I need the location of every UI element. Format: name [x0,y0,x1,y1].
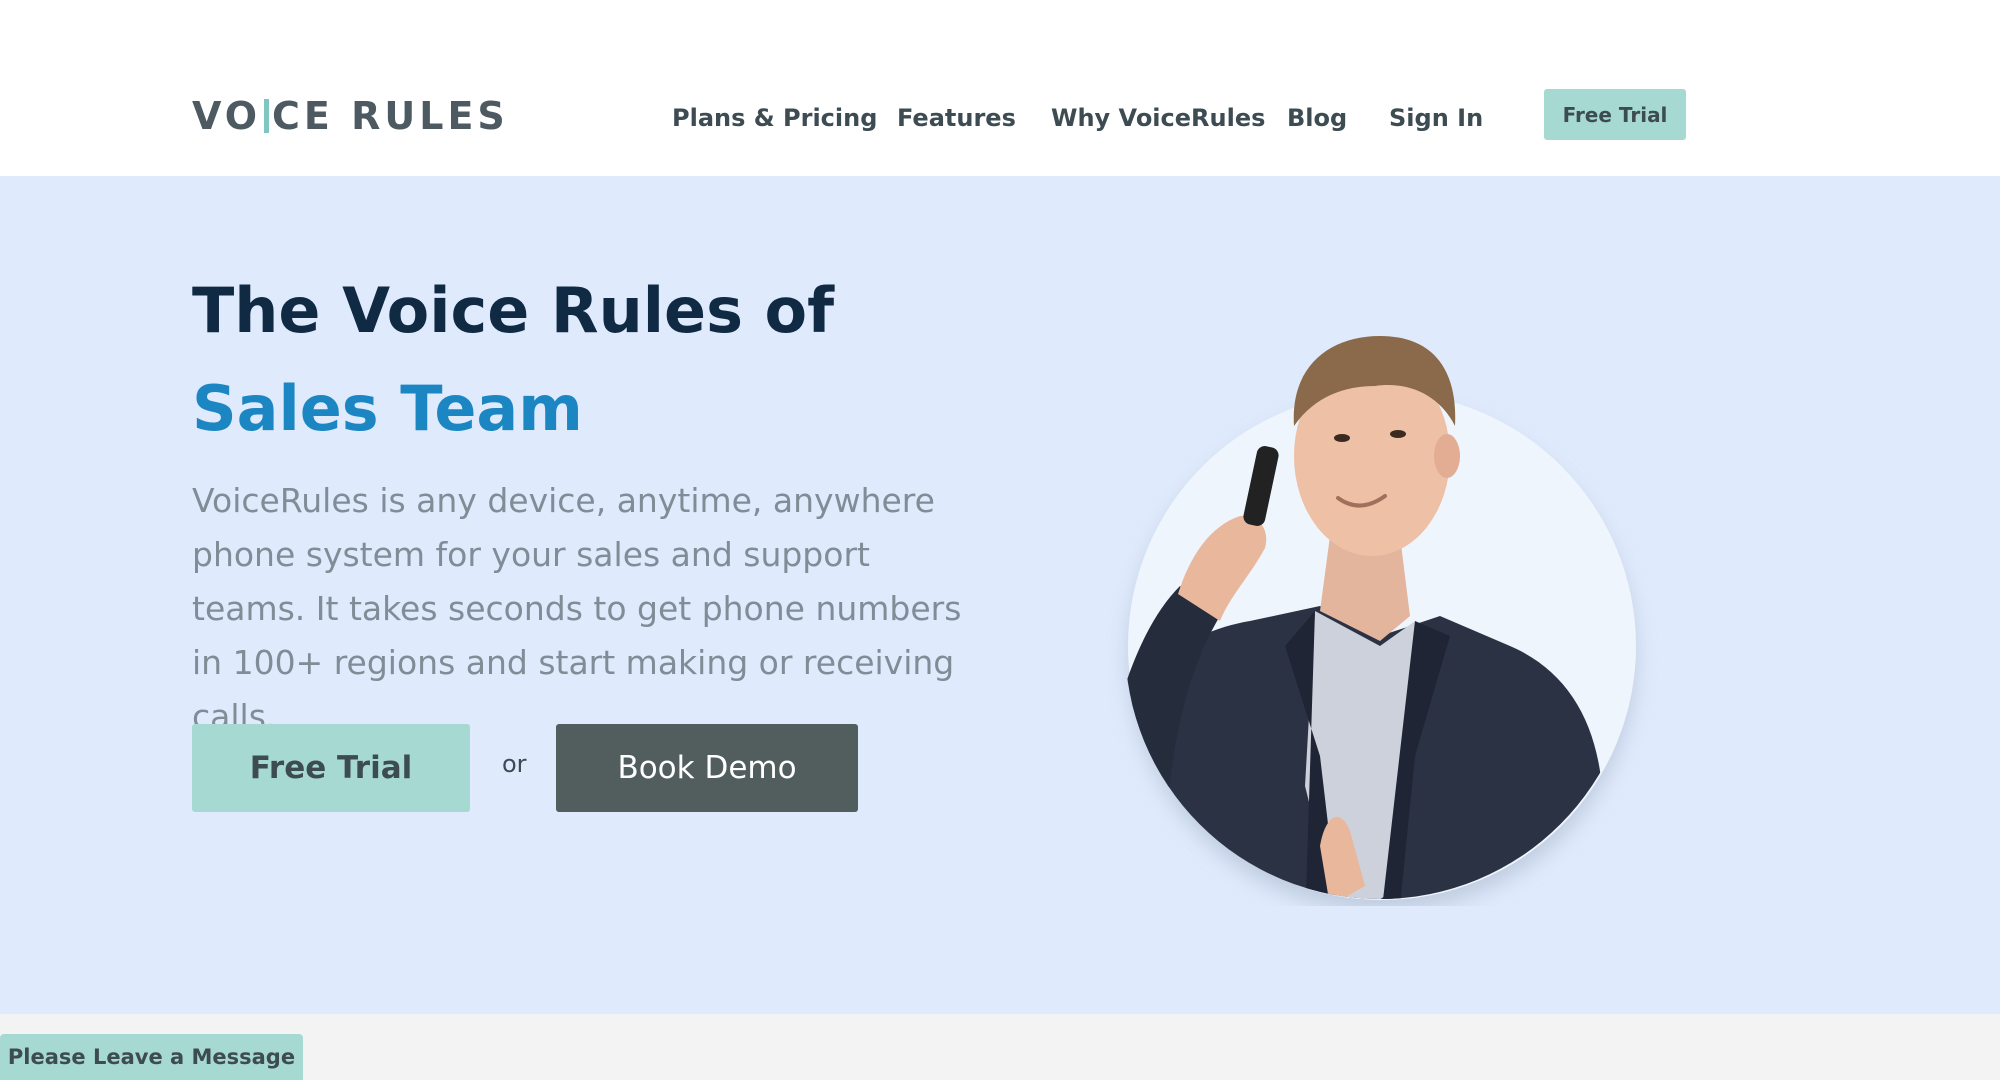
hero-photo-man-on-phone [1080,286,1680,906]
nav-why-voicerules[interactable]: Why VoiceRules [1051,98,1265,138]
logo-accent-bar [264,99,270,133]
leave-message-chat-tab[interactable]: Please Leave a Message [0,1034,303,1080]
nav-blog[interactable]: Blog [1287,98,1347,138]
button-separator: or [502,750,527,778]
logo-text-left: VO [192,94,262,138]
hero-title-accent: Sales Team [192,372,583,445]
nav-plans-pricing[interactable]: Plans & Pricing [672,98,877,138]
site-header: VO CE RULES Plans & Pricing Features Why… [0,0,2000,176]
nav-sign-in[interactable]: Sign In [1389,98,1483,138]
voicerules-logo[interactable]: VO CE RULES [192,94,509,138]
hero-description: VoiceRules is any device, anytime, anywh… [192,481,962,736]
header-free-trial-button[interactable]: Free Trial [1544,89,1686,140]
book-demo-button[interactable]: Book Demo [556,724,858,812]
hero-free-trial-button[interactable]: Free Trial [192,724,470,812]
hero-section: The Voice Rules of Sales Team VoiceRules… [0,176,2000,1014]
hero-title: The Voice Rules of [192,274,835,347]
logo-text-right: CE RULES [272,94,509,138]
nav-features[interactable]: Features [897,98,1016,138]
